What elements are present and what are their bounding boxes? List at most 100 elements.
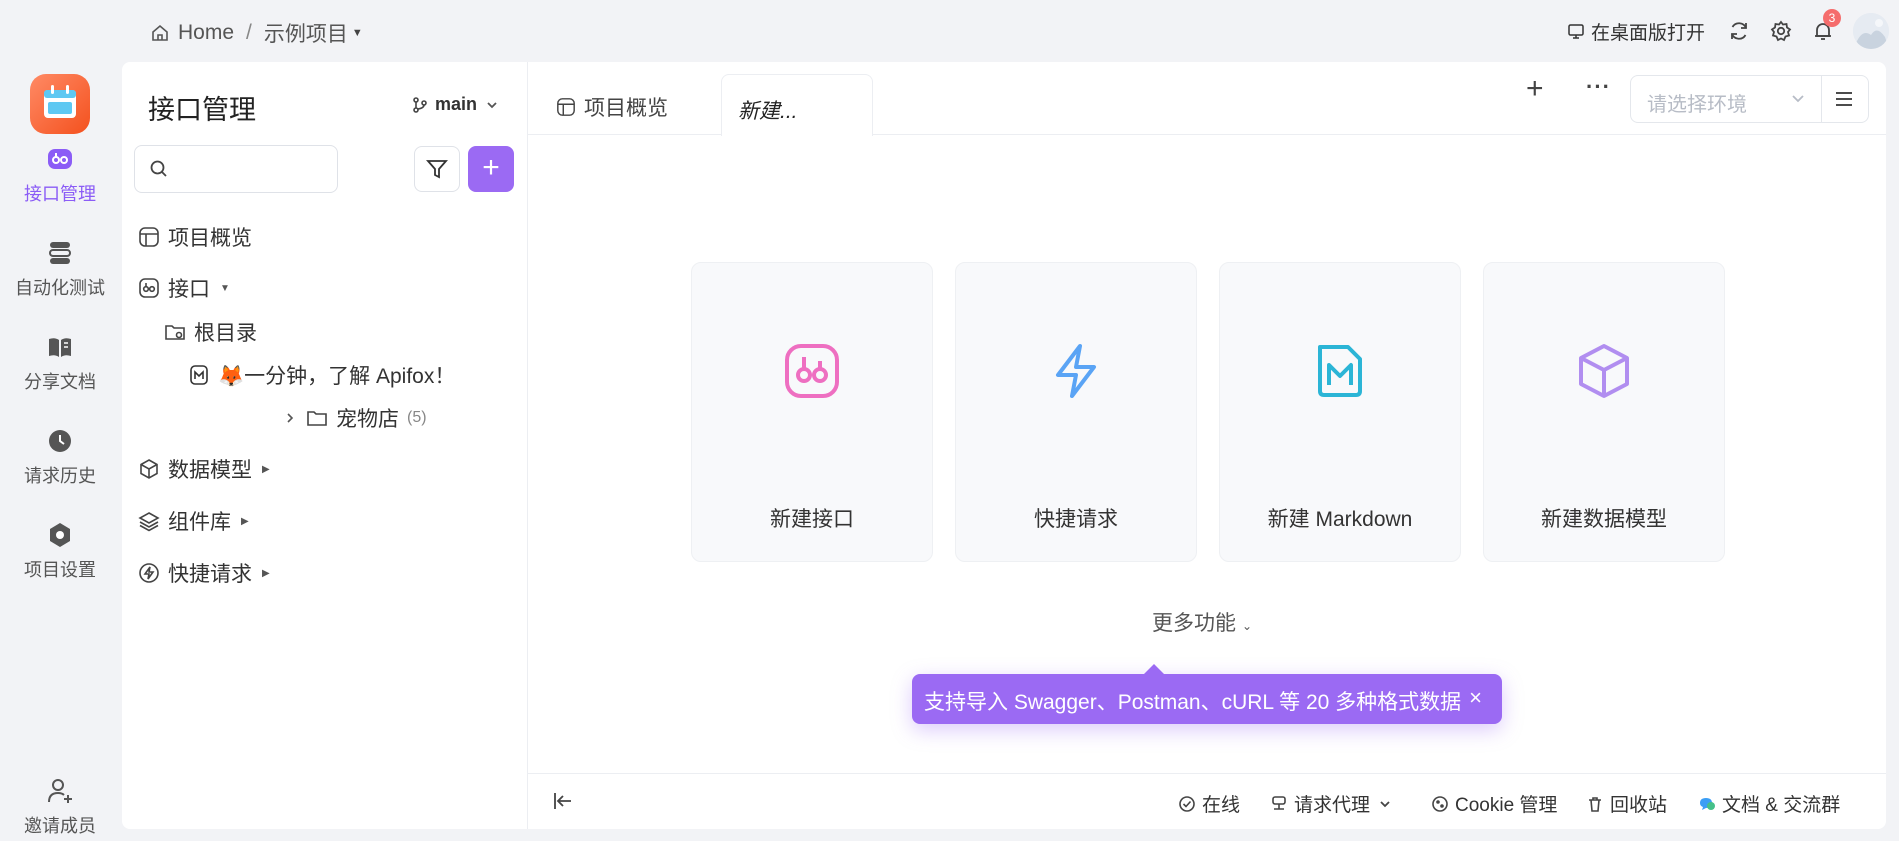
card-label: 新建数据模型	[1541, 508, 1667, 531]
branch-selector[interactable]: main	[411, 94, 505, 115]
refresh-icon[interactable]	[1727, 19, 1751, 43]
caret-down-icon[interactable]: ▼	[352, 27, 363, 39]
rail-item-history[interactable]: 请求历史	[0, 426, 120, 488]
status-bar: 在线 请求代理 Cookie 管理 回收站 文档 & 交流群	[528, 773, 1886, 830]
new-tab-button[interactable]: +	[1526, 72, 1544, 106]
tab-new[interactable]: 新建...	[721, 74, 873, 136]
card-quick-request[interactable]: 快捷请求	[955, 262, 1197, 562]
caret-right-icon[interactable]: ▶	[241, 516, 249, 527]
api-icon	[45, 144, 75, 174]
open-desktop-button[interactable]: 在桌面版打开	[1567, 18, 1705, 45]
api-sidebar: 接口管理 main + 项目概览 接口 ▼ 根目录 🦊一分钟，了解 Apifox…	[122, 62, 528, 829]
card-new-api[interactable]: 新建接口	[691, 262, 933, 562]
import-tooltip: 支持导入 Swagger、Postman、cURL 等 20 多种格式数据 ×	[912, 664, 1502, 724]
docs-community-button[interactable]: 文档 & 交流群	[1698, 790, 1840, 817]
rail-item-api-management[interactable]: 接口管理	[0, 144, 120, 206]
collapse-sidebar-icon[interactable]	[552, 790, 574, 812]
card-label: 快捷请求	[1034, 508, 1118, 531]
tree-item-label: 数据模型	[168, 459, 252, 482]
add-button[interactable]: +	[468, 146, 514, 192]
tree-item-label: 宠物店	[336, 408, 399, 431]
filter-button[interactable]	[414, 146, 460, 192]
open-desktop-label: 在桌面版打开	[1590, 22, 1705, 44]
rail-item-project-settings[interactable]: 项目设置	[0, 520, 120, 582]
tab-bar: 项目概览 新建... + ··· 请选择环境	[528, 62, 1886, 136]
tree-item-overview[interactable]: 项目概览	[138, 222, 252, 252]
branch-icon	[413, 96, 427, 113]
api-icon	[138, 277, 160, 299]
request-proxy-dropdown[interactable]: 请求代理	[1270, 790, 1398, 817]
main-content: 项目概览 新建... + ··· 请选择环境 新建接口 快捷请求 新建 Mark…	[528, 62, 1886, 829]
more-icon[interactable]: ···	[1586, 74, 1611, 100]
overview-icon	[138, 226, 160, 248]
book-icon	[45, 332, 75, 362]
card-label: 新建接口	[770, 508, 854, 531]
rail-item-share-docs[interactable]: 分享文档	[0, 332, 120, 394]
settings-icon	[45, 520, 75, 550]
tree-item-petstore[interactable]: 宠物店 (5)	[284, 403, 427, 433]
menu-icon	[1836, 92, 1852, 106]
automation-icon	[45, 238, 75, 268]
cookie-icon	[1432, 795, 1448, 812]
tree-item-data-models[interactable]: 数据模型 ▶	[138, 454, 270, 484]
rail-item-label: 分享文档	[24, 372, 96, 392]
bell-icon[interactable]: 3	[1811, 9, 1841, 43]
filter-icon	[426, 160, 448, 179]
chevron-down-icon: ⌄	[1242, 619, 1253, 633]
tree-item-api[interactable]: 接口 ▼	[138, 273, 230, 303]
tab-project-overview[interactable]: 项目概览	[556, 92, 668, 122]
rail-item-label: 请求历史	[24, 466, 96, 486]
tab-label: 新建...	[738, 100, 798, 123]
desktop-open-icon	[1568, 24, 1584, 39]
tree-item-root[interactable]: 根目录	[164, 317, 257, 347]
folder-icon	[306, 407, 328, 429]
more-features-button[interactable]: 更多功能 ⌄	[1152, 607, 1252, 637]
avatar[interactable]	[1853, 13, 1889, 49]
breadcrumb-project-dropdown[interactable]: 示例项目	[264, 18, 348, 48]
card-new-data-model[interactable]: 新建数据模型	[1483, 262, 1725, 562]
tree-item-label: 项目概览	[168, 227, 252, 250]
tree-item-doc[interactable]: 🦊一分钟，了解 Apifox！	[188, 360, 455, 390]
home-icon[interactable]	[150, 23, 170, 43]
overview-icon	[557, 98, 575, 116]
breadcrumb: Home / 示例项目 ▼	[150, 18, 363, 48]
gear-icon[interactable]	[1769, 19, 1793, 43]
chevron-right-icon[interactable]	[284, 412, 296, 424]
chevron-down-icon	[1380, 800, 1390, 807]
rail-item-invite[interactable]: 邀请成员	[0, 776, 120, 841]
top-bar: Home / 示例项目 ▼ 在桌面版打开 3	[0, 0, 1899, 60]
chevron-down-icon	[1792, 95, 1804, 103]
caret-down-icon[interactable]: ▼	[220, 283, 230, 294]
breadcrumb-separator: /	[246, 21, 252, 44]
cookie-label: Cookie 管理	[1455, 795, 1558, 816]
cookie-manager-button[interactable]: Cookie 管理	[1431, 790, 1557, 817]
rail-item-label: 邀请成员	[24, 816, 96, 836]
close-icon[interactable]: ×	[1469, 685, 1482, 711]
tree-item-components[interactable]: 组件库 ▶	[138, 506, 249, 536]
cube-icon	[1574, 341, 1634, 401]
caret-right-icon[interactable]: ▶	[262, 568, 270, 579]
lightning-icon	[1046, 341, 1106, 401]
branch-name: main	[434, 94, 477, 114]
environment-select[interactable]: 请选择环境	[1630, 75, 1822, 123]
tree-item-label: 快捷请求	[168, 563, 252, 586]
rail-item-label: 项目设置	[24, 560, 96, 580]
trash-button[interactable]: 回收站	[1586, 790, 1667, 817]
app-logo[interactable]	[30, 74, 90, 134]
chevron-down-icon	[487, 101, 497, 108]
hamburger-menu-button[interactable]	[1820, 75, 1869, 123]
tree-item-quick-request[interactable]: 快捷请求 ▶	[138, 558, 270, 588]
tree-item-label: 根目录	[194, 322, 257, 345]
rail-item-label: 接口管理	[24, 184, 96, 204]
caret-right-icon[interactable]: ▶	[262, 464, 270, 475]
rail-item-automation[interactable]: 自动化测试	[0, 238, 120, 300]
markdown-icon	[188, 364, 210, 386]
cube-icon	[138, 458, 160, 480]
breadcrumb-home-link[interactable]: Home	[178, 21, 234, 45]
search-input[interactable]	[134, 145, 338, 193]
card-new-markdown[interactable]: 新建 Markdown	[1219, 262, 1461, 562]
environment-placeholder: 请选择环境	[1647, 94, 1747, 116]
tab-label: 项目概览	[584, 97, 668, 120]
trash-label: 回收站	[1610, 795, 1668, 816]
online-status[interactable]: 在线	[1178, 790, 1240, 817]
